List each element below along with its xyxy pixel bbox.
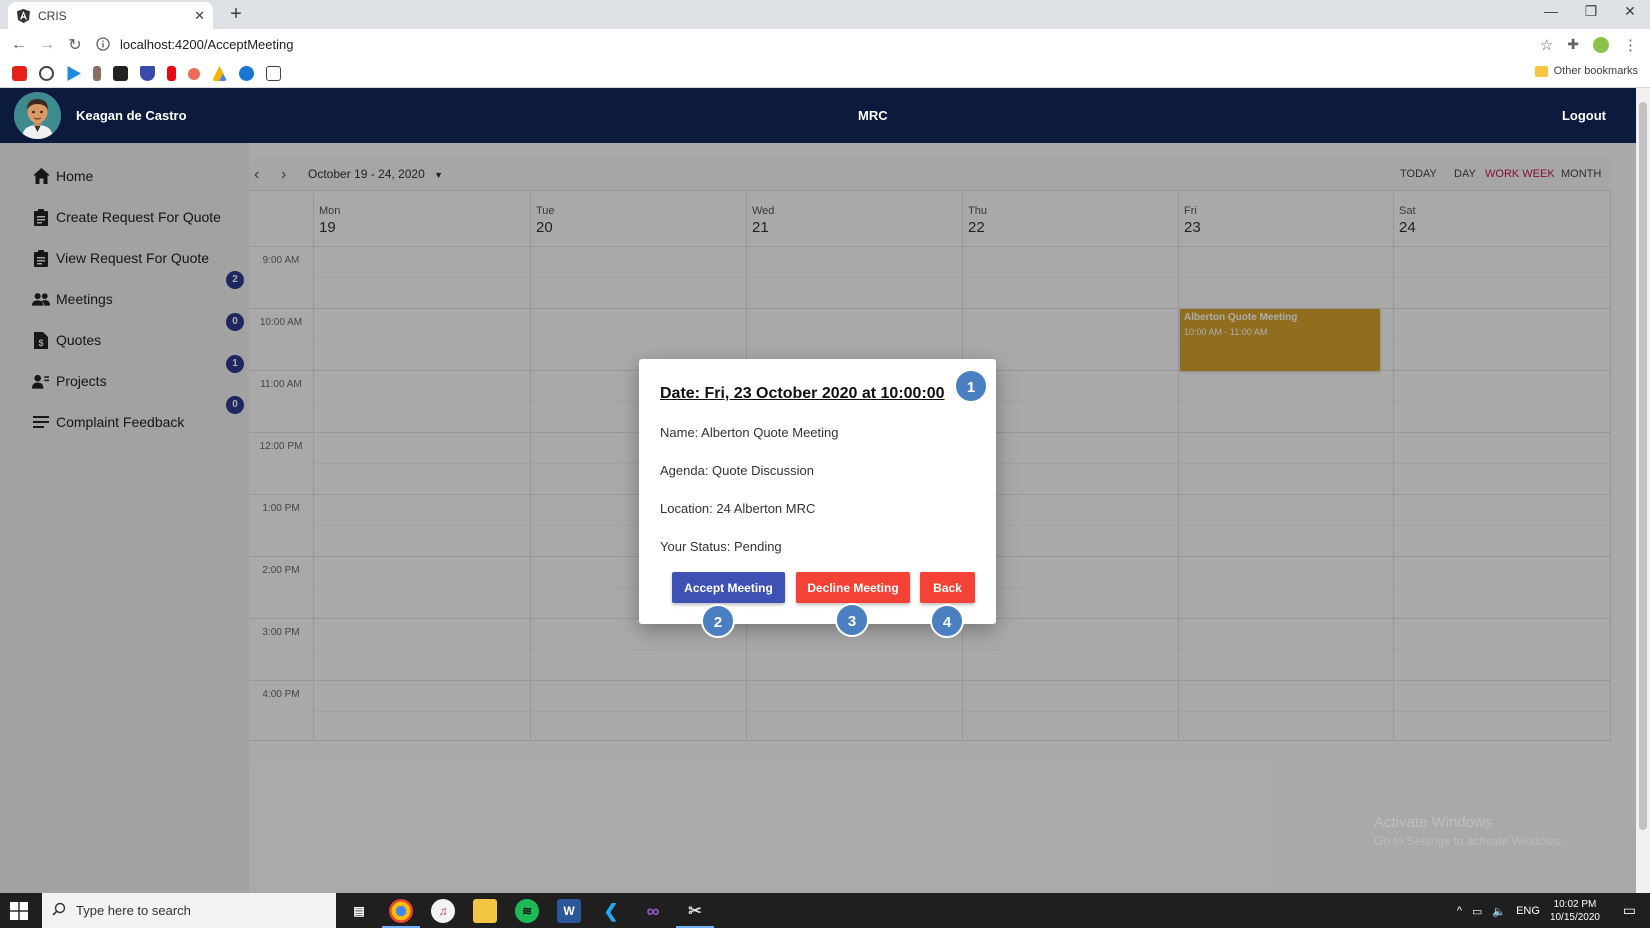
angular-icon [16, 8, 30, 23]
file-explorer-icon[interactable] [473, 899, 497, 923]
other-bookmarks[interactable]: Other bookmarks [1534, 65, 1638, 77]
browser-menu-icon[interactable]: ⋮ [1623, 36, 1638, 54]
browser-tab[interactable]: CRIS ✕ [8, 2, 213, 29]
spotify-taskbar-icon[interactable]: ≋ [515, 899, 539, 923]
system-tray: ^ ▭ 🔈 ENG 10:02 PM 10/15/2020 [1457, 898, 1600, 924]
restore-icon[interactable]: ❐ [1571, 3, 1611, 20]
accept-meeting-button[interactable]: Accept Meeting [672, 572, 785, 603]
speedometer-bookmark-icon[interactable] [39, 66, 54, 81]
callout-marker-1: 1 [954, 369, 988, 403]
meeting-dialog: Date: Fri, 23 October 2020 at 10:00:00 N… [639, 359, 996, 624]
callout-marker-2: 2 [701, 604, 735, 638]
volume-icon[interactable]: 🔈 [1492, 905, 1506, 918]
folder-icon [1534, 65, 1548, 77]
logout-button[interactable]: Logout [1562, 108, 1606, 123]
avatar[interactable] [14, 92, 61, 139]
vscode-taskbar-icon[interactable]: ❮ [599, 899, 623, 923]
bookmark-icon-8[interactable] [188, 67, 200, 80]
bookmark-icon-4[interactable] [93, 66, 101, 81]
forward-arrow-icon[interactable]: → [34, 36, 60, 54]
callout-marker-4: 4 [930, 604, 964, 638]
tab-close-icon[interactable]: ✕ [194, 8, 205, 24]
url-text: localhost:4200/AcceptMeeting [120, 37, 294, 52]
system-clock[interactable]: 10:02 PM 10/15/2020 [1550, 898, 1600, 924]
decline-meeting-button[interactable]: Decline Meeting [796, 572, 910, 603]
netflix-bookmark-icon[interactable] [167, 66, 176, 81]
back-arrow-icon[interactable]: ← [6, 36, 32, 54]
bookmark-icon-11[interactable] [266, 66, 281, 81]
dialog-title: Date: Fri, 23 October 2020 at 10:00:00 [660, 385, 945, 402]
back-button[interactable]: Back [920, 572, 975, 603]
extensions-icon[interactable]: ✚ [1567, 36, 1579, 53]
chrome-taskbar-icon[interactable] [389, 899, 413, 923]
tab-title: CRIS [38, 8, 67, 23]
play-bookmark-icon[interactable] [67, 66, 81, 81]
search-icon [52, 902, 66, 919]
reload-icon[interactable]: ↻ [62, 35, 88, 55]
meeting-status: Your Status: Pending [660, 539, 782, 554]
network-icon[interactable]: ▭ [1472, 905, 1482, 918]
site-info-icon[interactable] [96, 36, 112, 53]
notifications-icon[interactable]: ▭ [1623, 902, 1636, 919]
activation-watermark-sub: Go to Settings to activate Windows. [1374, 834, 1564, 848]
app-title: MRC [858, 108, 888, 123]
browser-toolbar: ← → ↻ localhost:4200/AcceptMeeting ☆ ✚ ⋮ [0, 29, 1650, 60]
bookmark-icon-5[interactable] [113, 66, 128, 81]
word-taskbar-icon[interactable]: W [557, 899, 581, 923]
user-name: Keagan de Castro [76, 108, 187, 123]
scrollbar-thumb[interactable] [1639, 102, 1647, 830]
windows-taskbar: Type here to search ▤ ♫ ≋ W ❮ ∞ ✂ ^ ▭ 🔈 … [0, 893, 1650, 928]
activation-watermark: Activate Windows [1374, 814, 1493, 831]
meeting-name: Name: Alberton Quote Meeting [660, 425, 839, 440]
new-tab-icon[interactable]: + [224, 3, 248, 26]
page-scrollbar[interactable] [1636, 88, 1650, 893]
taskbar-search-input[interactable]: Type here to search [42, 893, 336, 928]
bookmark-icon-10[interactable] [239, 66, 254, 81]
meeting-location: Location: 24 Alberton MRC [660, 501, 816, 516]
minimize-icon[interactable]: — [1531, 3, 1571, 19]
address-bar[interactable]: localhost:4200/AcceptMeeting [96, 33, 293, 56]
window-close-icon[interactable]: ✕ [1610, 3, 1650, 20]
snipping-tool-icon[interactable]: ✂ [683, 899, 707, 923]
language-indicator[interactable]: ENG [1516, 905, 1540, 917]
drive-bookmark-icon[interactable] [212, 66, 227, 81]
chevron-up-icon[interactable]: ^ [1457, 905, 1462, 917]
bookmarks-bar: Other bookmarks [0, 60, 1650, 88]
visual-studio-taskbar-icon[interactable]: ∞ [641, 899, 665, 923]
browser-tabstrip: CRIS ✕ + — ❐ ✕ [0, 0, 1650, 29]
meeting-agenda: Agenda: Quote Discussion [660, 463, 814, 478]
itunes-taskbar-icon[interactable]: ♫ [431, 899, 455, 923]
profile-icon[interactable] [1593, 36, 1609, 53]
youtube-bookmark-icon[interactable] [12, 66, 27, 81]
windows-start-icon[interactable] [10, 902, 28, 920]
shield-bookmark-icon[interactable] [140, 66, 155, 81]
task-view-icon[interactable]: ▤ [347, 899, 371, 923]
callout-marker-3: 3 [835, 603, 869, 637]
app-header: Keagan de Castro MRC Logout [0, 88, 1636, 143]
bookmark-star-icon[interactable]: ☆ [1540, 36, 1553, 54]
